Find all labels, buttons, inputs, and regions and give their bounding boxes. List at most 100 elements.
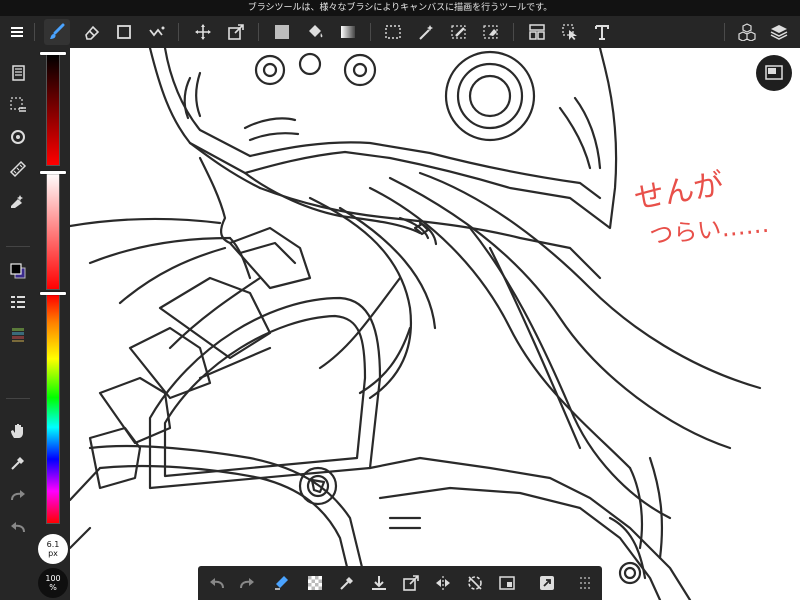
- snap-button[interactable]: [5, 124, 31, 150]
- selection-icon: [385, 25, 401, 39]
- eraser-toggle-button[interactable]: [268, 570, 294, 596]
- fit-icon: [499, 576, 515, 590]
- select-pen-tool[interactable]: [446, 19, 472, 45]
- fill-color-tool[interactable]: [269, 19, 295, 45]
- share-icon: [540, 576, 554, 590]
- annotation-line-2: つらい……: [648, 210, 770, 250]
- rotate-reset-icon: [468, 576, 482, 590]
- undo-icon: [210, 578, 224, 589]
- download-icon: [372, 576, 386, 590]
- select-menu-button[interactable]: [5, 92, 31, 118]
- undo-button[interactable]: [5, 514, 31, 540]
- flip-icon: [436, 576, 450, 590]
- rotate-reset-button[interactable]: [462, 570, 488, 596]
- frame-divider-tool[interactable]: [524, 19, 550, 45]
- color-swatch[interactable]: [5, 258, 31, 284]
- brush-size-value: 6.1: [46, 540, 60, 549]
- redo-icon: [240, 578, 254, 589]
- eraser-tool[interactable]: [78, 19, 104, 45]
- layers-button[interactable]: [766, 19, 792, 45]
- transparent-icon: [308, 576, 322, 590]
- filter-button[interactable]: [5, 188, 31, 214]
- paint-app: ブラシツールは、様々なブラシによりキャンバスに描画を行うツールです。 6.1 p…: [0, 0, 800, 600]
- text-icon: [595, 25, 609, 40]
- text-tool[interactable]: [589, 19, 615, 45]
- fill-color-icon: [275, 25, 289, 39]
- magic-wand-icon: [419, 25, 433, 40]
- operation-tool[interactable]: [557, 19, 583, 45]
- gradient-tool[interactable]: [335, 19, 361, 45]
- saturation-knob[interactable]: [40, 171, 66, 174]
- undo-icon: [11, 522, 25, 533]
- select-eraser-icon: [483, 25, 498, 39]
- share-button[interactable]: [534, 570, 560, 596]
- transform-tool[interactable]: [223, 19, 249, 45]
- bucket-icon: [309, 25, 323, 38]
- square-icon: [117, 25, 131, 39]
- transform-icon: [228, 24, 244, 40]
- palette-icon: [12, 328, 24, 342]
- top-toolbar: [0, 16, 800, 48]
- left-sidebar: [0, 48, 36, 600]
- magic-wand-tool[interactable]: [413, 19, 439, 45]
- brush-opacity-button[interactable]: 100 %: [38, 568, 68, 598]
- select-pen-icon: [451, 25, 466, 39]
- bucket-tool[interactable]: [302, 19, 328, 45]
- brush-size-unit: px: [48, 549, 58, 558]
- hand-tool-button[interactable]: [5, 418, 31, 444]
- gradient-icon: [341, 26, 355, 38]
- move-tool[interactable]: [190, 19, 216, 45]
- redo-button[interactable]: [5, 482, 31, 508]
- filter-icon: [11, 195, 23, 208]
- tool-hint-bar: ブラシツールは、様々なブラシによりキャンバスに描画を行うツールです。: [0, 0, 800, 16]
- drawing-canvas[interactable]: せんが つらい……: [70, 48, 800, 600]
- bottom-transform-button[interactable]: [398, 570, 424, 596]
- frame-icon: [529, 24, 545, 40]
- annotation-line-1: せんが: [632, 167, 727, 217]
- select-eraser-tool[interactable]: [478, 19, 504, 45]
- brush-opacity-unit: %: [49, 583, 57, 592]
- brush-size-button[interactable]: 6.1 px: [38, 534, 68, 564]
- layers-icon: [770, 25, 788, 40]
- selection-tool[interactable]: [380, 19, 406, 45]
- brightness-knob[interactable]: [40, 52, 66, 55]
- transparent-color-button[interactable]: [302, 570, 328, 596]
- smudge-icon: [149, 26, 165, 37]
- brightness-slider[interactable]: [46, 54, 60, 166]
- transform-icon: [403, 575, 419, 591]
- hue-knob[interactable]: [40, 292, 66, 295]
- color-sliders: 6.1 px 100 %: [36, 48, 70, 600]
- eraser-icon: [85, 25, 100, 40]
- eyedropper-icon: [11, 457, 24, 470]
- ruler-button[interactable]: [5, 156, 31, 182]
- pages-button[interactable]: [5, 60, 31, 86]
- flip-button[interactable]: [430, 570, 456, 596]
- layer-properties-icon: [11, 296, 25, 308]
- brush-opacity-value: 100: [45, 574, 61, 583]
- tool-hint-text: ブラシツールは、様々なブラシによりキャンバスに描画を行うツールです。: [247, 3, 553, 13]
- brush-tool[interactable]: [44, 19, 70, 45]
- fit-view-button[interactable]: [494, 570, 520, 596]
- bottom-eyedropper-button[interactable]: [334, 570, 360, 596]
- navigator-button[interactable]: [756, 55, 792, 91]
- more-button[interactable]: [572, 570, 598, 596]
- grid-dots-icon: [580, 577, 590, 589]
- eyedropper-button[interactable]: [5, 450, 31, 476]
- brush-icon: [50, 23, 65, 39]
- bottom-redo-button[interactable]: [234, 570, 260, 596]
- menu-button[interactable]: [4, 19, 30, 45]
- select-layer-icon: [10, 97, 26, 112]
- hue-slider[interactable]: [46, 294, 60, 524]
- annotation-layer: せんが つらい……: [632, 167, 771, 250]
- palette-button[interactable]: [5, 322, 31, 348]
- shape-tool[interactable]: [111, 19, 137, 45]
- navigator-icon: [765, 65, 783, 80]
- save-button[interactable]: [366, 570, 392, 596]
- color-swatch-icon: [10, 263, 26, 279]
- bottom-undo-button[interactable]: [204, 570, 230, 596]
- saturation-slider[interactable]: [46, 172, 60, 290]
- pages-icon: [12, 65, 25, 81]
- layer-properties-button[interactable]: [5, 290, 31, 316]
- smudge-tool[interactable]: [144, 19, 170, 45]
- material-button[interactable]: [734, 19, 760, 45]
